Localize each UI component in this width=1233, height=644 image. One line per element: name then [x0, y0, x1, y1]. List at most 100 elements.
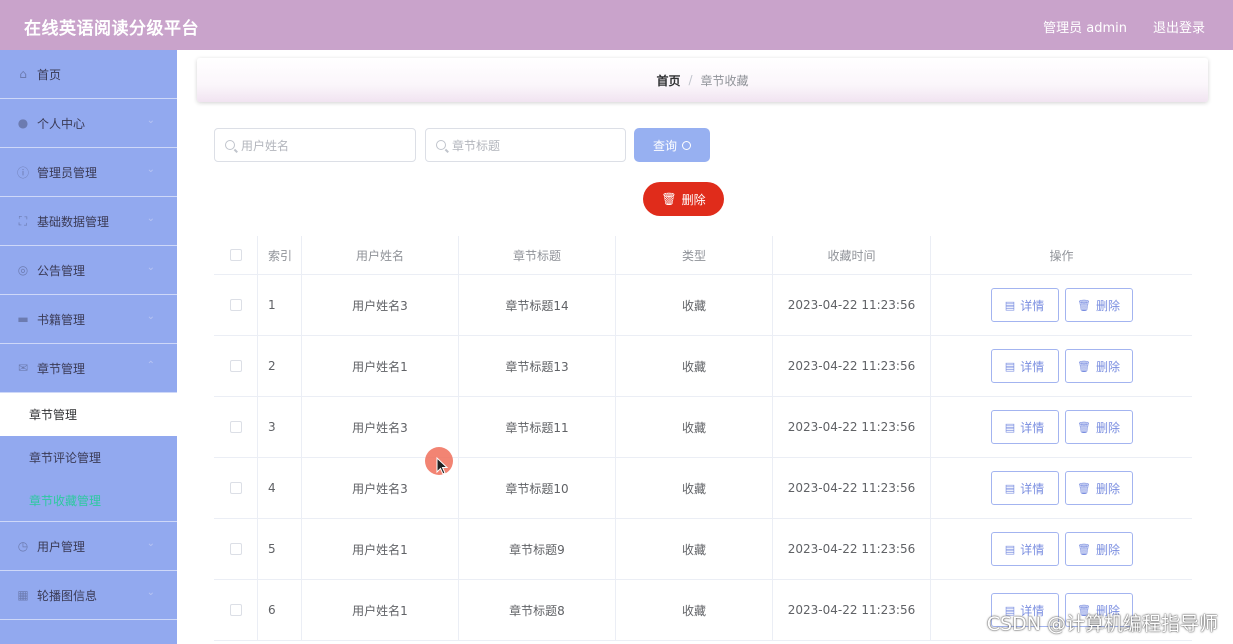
sidebar-item-chapters[interactable]: ✉ 章节管理 ⌃ [0, 344, 177, 393]
user-name-search-input[interactable]: 用户姓名 [214, 128, 416, 162]
sidebar-item-base-data[interactable]: ⛶ 基础数据管理 ⌄ [0, 197, 177, 246]
chevron-down-icon: ⌄ [146, 213, 155, 224]
batch-delete-button[interactable]: 🗑 删除 [643, 182, 724, 216]
home-icon: ⌂ [19, 67, 27, 81]
cell-favorite-time: 2023-04-22 11:23:56 [773, 519, 931, 579]
info-icon: ⓘ [16, 165, 29, 180]
table-header-row: 索引 用户姓名 章节标题 类型 收藏时间 操作 [214, 236, 1192, 275]
sidebar-item-label: 章节管理 [37, 361, 86, 376]
cell-operations: ▤ 详情 🗑 删除 [931, 458, 1192, 518]
chevron-down-icon: ⌄ [146, 311, 155, 322]
cell-chapter-title: 章节标题8 [459, 580, 616, 640]
sidebar-item-label: 书籍管理 [37, 312, 86, 327]
sidebar-item-carousel[interactable]: ▦ 轮播图信息 ⌄ [0, 571, 177, 620]
row-checkbox[interactable] [229, 421, 242, 433]
cell-type: 收藏 [616, 580, 773, 640]
header-user-name: 用户姓名 [302, 236, 459, 274]
sidebar-item-users[interactable]: ◷ 用户管理 ⌄ [0, 522, 177, 571]
chevron-down-icon: ⌄ [146, 115, 155, 126]
cell-index: 6 [258, 580, 302, 640]
sidebar-item-label: 个人中心 [37, 116, 86, 131]
trash-icon: 🗑 [1077, 298, 1091, 312]
top-bar: 在线英语阅读分级平台 管理员 admin 退出登录 [0, 0, 1233, 50]
chart-icon: ▦ [17, 588, 29, 602]
sidebar-item-home[interactable]: ⌂ 首页 [0, 50, 177, 99]
row-checkbox[interactable] [229, 360, 242, 372]
cell-user-name: 用户姓名3 [302, 275, 459, 335]
cell-index: 4 [258, 458, 302, 518]
row-checkbox[interactable] [229, 604, 242, 616]
cell-operations: ▤ 详情 🗑 删除 [931, 336, 1192, 396]
watermark: CSDN @计算机编程指导师 [986, 613, 1218, 635]
query-button[interactable]: 查询 [634, 128, 710, 162]
table-row: 4 用户姓名3 章节标题10 收藏 2023-04-22 11:23:56 ▤ 详情 🗑 删除 [214, 458, 1192, 519]
select-all-checkbox[interactable] [229, 249, 242, 261]
cell-type: 收藏 [616, 519, 773, 579]
row-delete-label: 删除 [1095, 359, 1120, 374]
detail-button[interactable]: ▤ 详情 [990, 471, 1059, 505]
clock-icon: ◷ [17, 539, 29, 553]
sidebar-item-notice[interactable]: ◎ 公告管理 ⌄ [0, 246, 177, 295]
cell-index: 1 [258, 275, 302, 335]
cell-index: 5 [258, 519, 302, 579]
table-body: 1 用户姓名3 章节标题14 收藏 2023-04-22 11:23:56 ▤ 详情 🗑 删除 2… [214, 275, 1192, 641]
cell-favorite-time: 2023-04-22 11:23:56 [773, 336, 931, 396]
trash-icon: 🗑 [1077, 359, 1091, 373]
detail-button-label: 详情 [1020, 420, 1045, 435]
sidebar-item-books[interactable]: ▬ 书籍管理 ⌄ [0, 295, 177, 344]
breadcrumb: 首页 / 章节收藏 [197, 58, 1208, 102]
detail-button[interactable]: ▤ 详情 [990, 288, 1059, 322]
trash-icon: 🗑 [1077, 481, 1091, 495]
sidebar-item-admin-management[interactable]: ⓘ 管理员管理 ⌄ [0, 148, 177, 197]
table-row: 1 用户姓名3 章节标题14 收藏 2023-04-22 11:23:56 ▤ 详情 🗑 删除 [214, 275, 1192, 336]
sidebar: ⌂ 首页 ● 个人中心 ⌄ ⓘ 管理员管理 ⌄ ⛶ 基础数据管理 ⌄ ◎ 公告管… [0, 50, 177, 644]
row-delete-button[interactable]: 🗑 删除 [1064, 410, 1133, 444]
detail-button[interactable]: ▤ 详情 [990, 349, 1059, 383]
sidebar-item-label: 轮播图信息 [37, 588, 98, 603]
row-delete-button[interactable]: 🗑 删除 [1064, 471, 1133, 505]
row-delete-button[interactable]: 🗑 删除 [1064, 349, 1133, 383]
sidebar-subitem-chapter-management[interactable]: 章节管理 [0, 393, 177, 436]
sidebar-item-label: 公告管理 [37, 263, 86, 278]
sidebar-item-label: 用户管理 [37, 539, 86, 554]
cell-chapter-title: 章节标题10 [459, 458, 616, 518]
table-row: 3 用户姓名3 章节标题11 收藏 2023-04-22 11:23:56 ▤ 详情 🗑 删除 [214, 397, 1192, 458]
row-checkbox[interactable] [229, 299, 242, 311]
search-icon [225, 140, 235, 150]
row-delete-button[interactable]: 🗑 删除 [1064, 532, 1133, 566]
sidebar-item-label: 首页 [37, 67, 62, 82]
document-icon: ▤ [1004, 542, 1016, 556]
document-icon: ▤ [1004, 420, 1016, 434]
chapter-title-search-input[interactable]: 章节标题 [425, 128, 626, 162]
sidebar-subitem-chapter-comments[interactable]: 章节评论管理 [0, 436, 177, 479]
fullscreen-icon: ⛶ [18, 213, 28, 228]
current-user-label: 管理员 admin [1043, 21, 1127, 36]
favorites-table: 索引 用户姓名 章节标题 类型 收藏时间 操作 1 用户姓名3 章节标题14 收藏 20… [214, 236, 1192, 641]
detail-button-label: 详情 [1020, 359, 1045, 374]
logout-button[interactable]: 退出登录 [1153, 17, 1205, 36]
cell-favorite-time: 2023-04-22 11:23:56 [773, 580, 931, 640]
chevron-down-icon: ⌄ [146, 164, 155, 175]
detail-button[interactable]: ▤ 详情 [990, 410, 1059, 444]
cell-type: 收藏 [616, 458, 773, 518]
cell-favorite-time: 2023-04-22 11:23:56 [773, 275, 931, 335]
cell-chapter-title: 章节标题9 [459, 519, 616, 579]
sidebar-item-label: 基础数据管理 [37, 214, 110, 229]
breadcrumb-current: 章节收藏 [700, 73, 749, 88]
search-icon [682, 140, 691, 150]
breadcrumb-separator: / [688, 73, 693, 87]
mouse-cursor-icon [436, 457, 449, 475]
sidebar-item-personal-center[interactable]: ● 个人中心 ⌄ [0, 99, 177, 148]
compass-icon: ◎ [17, 263, 29, 277]
row-checkbox[interactable] [229, 482, 242, 494]
detail-button[interactable]: ▤ 详情 [990, 532, 1059, 566]
detail-button-label: 详情 [1020, 542, 1045, 557]
sidebar-subitem-chapter-favorites[interactable]: 章节收藏管理 [0, 479, 177, 522]
cell-index: 3 [258, 397, 302, 457]
breadcrumb-home[interactable]: 首页 [656, 72, 680, 89]
cell-favorite-time: 2023-04-22 11:23:56 [773, 458, 931, 518]
cell-user-name: 用户姓名1 [302, 519, 459, 579]
row-delete-button[interactable]: 🗑 删除 [1064, 288, 1133, 322]
row-checkbox[interactable] [229, 543, 242, 555]
chevron-down-icon: ⌄ [146, 538, 155, 549]
